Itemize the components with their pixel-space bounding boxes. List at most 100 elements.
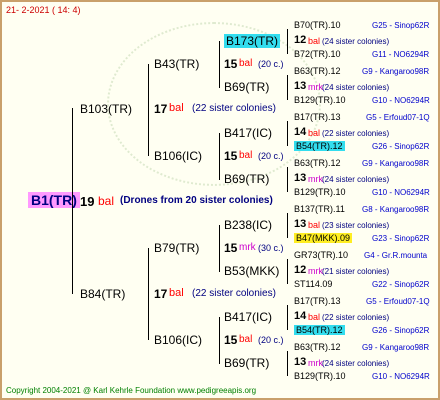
root-drone-count: 19 [80,194,95,209]
gen3-tag-5: bal [308,220,321,230]
gen3-colonies-4: (24 sister colonies) [322,175,390,184]
gen2-name-4[interactable]: B106(IC) [154,333,202,347]
gen2-connector-2 [219,133,220,180]
gen4-note-13: G5 - Erfoud07-1Q [366,297,430,306]
gen2-colonies-2: (20 c.) [258,151,284,161]
gen1-dam-connector [148,248,149,340]
gen3-name-3[interactable]: B417(IC) [224,126,272,140]
gen4-name-16[interactable]: B129(TR).10 [294,371,346,381]
gen2-name-2[interactable]: B106(IC) [154,149,202,163]
gen4-note-14: G26 - Sinop62R [372,326,430,335]
gen4-note-16: G10 - NO6294R [372,372,430,381]
gen4-name-10-text: B47(MKK).09 [294,233,353,243]
gen3-connector-5 [287,213,288,238]
gen4-note-1: G25 - Sinop62R [372,21,430,30]
gen3-connector-8 [287,351,288,376]
gen4-note-4: G10 - NO6294R [372,96,430,105]
root-connector [72,108,73,294]
gen4-name-8[interactable]: B129(TR).10 [294,187,346,197]
gen1-sire-num: 17 [154,102,168,116]
gen1-dam-tag: bal [169,287,184,299]
gen3-connector-6 [287,259,288,284]
gen3-colonies-5: (23 sister colonies) [322,221,390,230]
pedigree-frame: { "header": "21- 2-2021 ( 14: 4)", "foot… [0,0,440,400]
gen3-tag-7: bal [308,312,321,322]
gen4-note-8: G10 - NO6294R [372,188,430,197]
gen4-name-15[interactable]: B63(TR).12 [294,342,341,352]
gen4-name-10[interactable]: B47(MKK).09 [294,233,353,243]
gen4-name-14[interactable]: B54(TR).12 [294,325,345,335]
gen2-connector-3 [219,225,220,272]
gen3-name-7[interactable]: B417(IC) [224,310,272,324]
gen1-sire-connector [148,64,149,156]
gen4-note-10: G23 - Sinop62R [372,234,430,243]
gen1-dam-colonies: (22 sister colonies) [192,288,276,299]
gen3-num-5: 13 [294,218,307,230]
gen4-note-15: G9 - Kangaroo98R [362,343,430,352]
gen3-num-8: 13 [294,356,307,368]
gen1-sire-name[interactable]: B103(TR) [80,102,132,116]
gen3-tag-2: mrk [308,82,323,92]
gen3-num-4: 13 [294,172,307,184]
gen4-name-3[interactable]: B63(TR).12 [294,66,341,76]
gen3-connector-3 [287,121,288,146]
gen3-name-8[interactable]: B69(TR) [224,356,269,370]
gen4-name-6[interactable]: B54(TR).12 [294,141,345,151]
gen2-name-3[interactable]: B79(TR) [154,241,199,255]
gen4-note-6: G26 - Sinop62R [372,142,430,151]
gen4-name-4[interactable]: B129(TR).10 [294,95,346,105]
gen3-num-7: 14 [294,310,307,322]
gen3-tag-8: mrk [308,358,323,368]
date-header: 21- 2-2021 ( 14: 4) [6,5,81,15]
gen3-colonies-1: (24 sister colonies) [322,37,390,46]
gen2-tag-2: bal [239,150,253,161]
gen4-name-12[interactable]: ST114.09 [294,279,332,289]
gen3-tag-4: mrk [308,174,323,184]
gen2-num-4: 15 [224,333,238,347]
copyright-footer[interactable]: Copyright 2004-2021 @ Karl Kehrle Founda… [6,386,256,395]
gen1-dam-num: 17 [154,287,168,301]
gen4-note-11: G4 - Gr.R.mounta [364,251,428,260]
gen2-tag-4: bal [239,334,253,345]
gen4-name-2[interactable]: B72(TR).10 [294,49,341,59]
gen1-sire-colonies: (22 sister colonies) [192,103,276,114]
gen3-num-3: 14 [294,126,307,138]
gen2-connector-4 [219,317,220,364]
gen1-sire-tag: bal [169,102,184,114]
gen3-name-2[interactable]: B69(TR) [224,80,269,94]
gen2-num-3: 15 [224,241,238,255]
gen2-colonies-4: (20 c.) [258,335,284,345]
root-bal: bal [98,194,115,208]
gen4-name-9[interactable]: B137(TR).11 [294,204,345,214]
gen4-name-13[interactable]: B17(TR).13 [294,296,341,306]
gen3-colonies-6: (21 sister colonies) [322,267,390,276]
gen2-tag-1: bal [239,58,253,69]
gen4-name-5[interactable]: B17(TR).13 [294,112,341,122]
gen4-note-2: G11 - NO6294R [372,50,430,59]
gen4-note-9: G8 - Kangaroo98R [362,205,430,214]
gen4-name-11[interactable]: GR73(TR).10 [294,250,348,260]
gen3-colonies-7: (22 sister colonies) [322,313,390,322]
gen4-note-7: G9 - Kangaroo98R [362,159,430,168]
gen1-dam-name[interactable]: B84(TR) [80,287,125,301]
gen3-connector-7 [287,305,288,330]
gen3-name-5[interactable]: B238(IC) [224,218,272,232]
gen3-connector-1 [287,29,288,54]
gen4-note-12: G22 - Sinop62R [372,280,430,289]
gen2-num-2: 15 [224,149,238,163]
gen3-connector-2 [287,75,288,100]
gen2-colonies-3: (30 c.) [258,243,284,253]
gen4-note-3: G9 - Kangaroo98R [362,67,430,76]
gen4-name-1[interactable]: B70(TR).10 [294,20,341,30]
gen3-tag-3: bal [308,128,321,138]
gen3-num-6: 12 [294,264,307,276]
gen4-name-7[interactable]: B63(TR).12 [294,158,341,168]
gen3-connector-4 [287,167,288,192]
gen4-name-14-text: B54(TR).12 [294,325,345,335]
gen4-name-6-text: B54(TR).12 [294,141,345,151]
gen3-name-6[interactable]: B53(MKK) [224,264,279,278]
gen3-name-4[interactable]: B69(TR) [224,172,269,186]
gen3-name-1[interactable]: B173(TR) [224,34,281,48]
gen2-name-1[interactable]: B43(TR) [154,57,199,71]
gen3-num-1: 12 [294,34,307,46]
